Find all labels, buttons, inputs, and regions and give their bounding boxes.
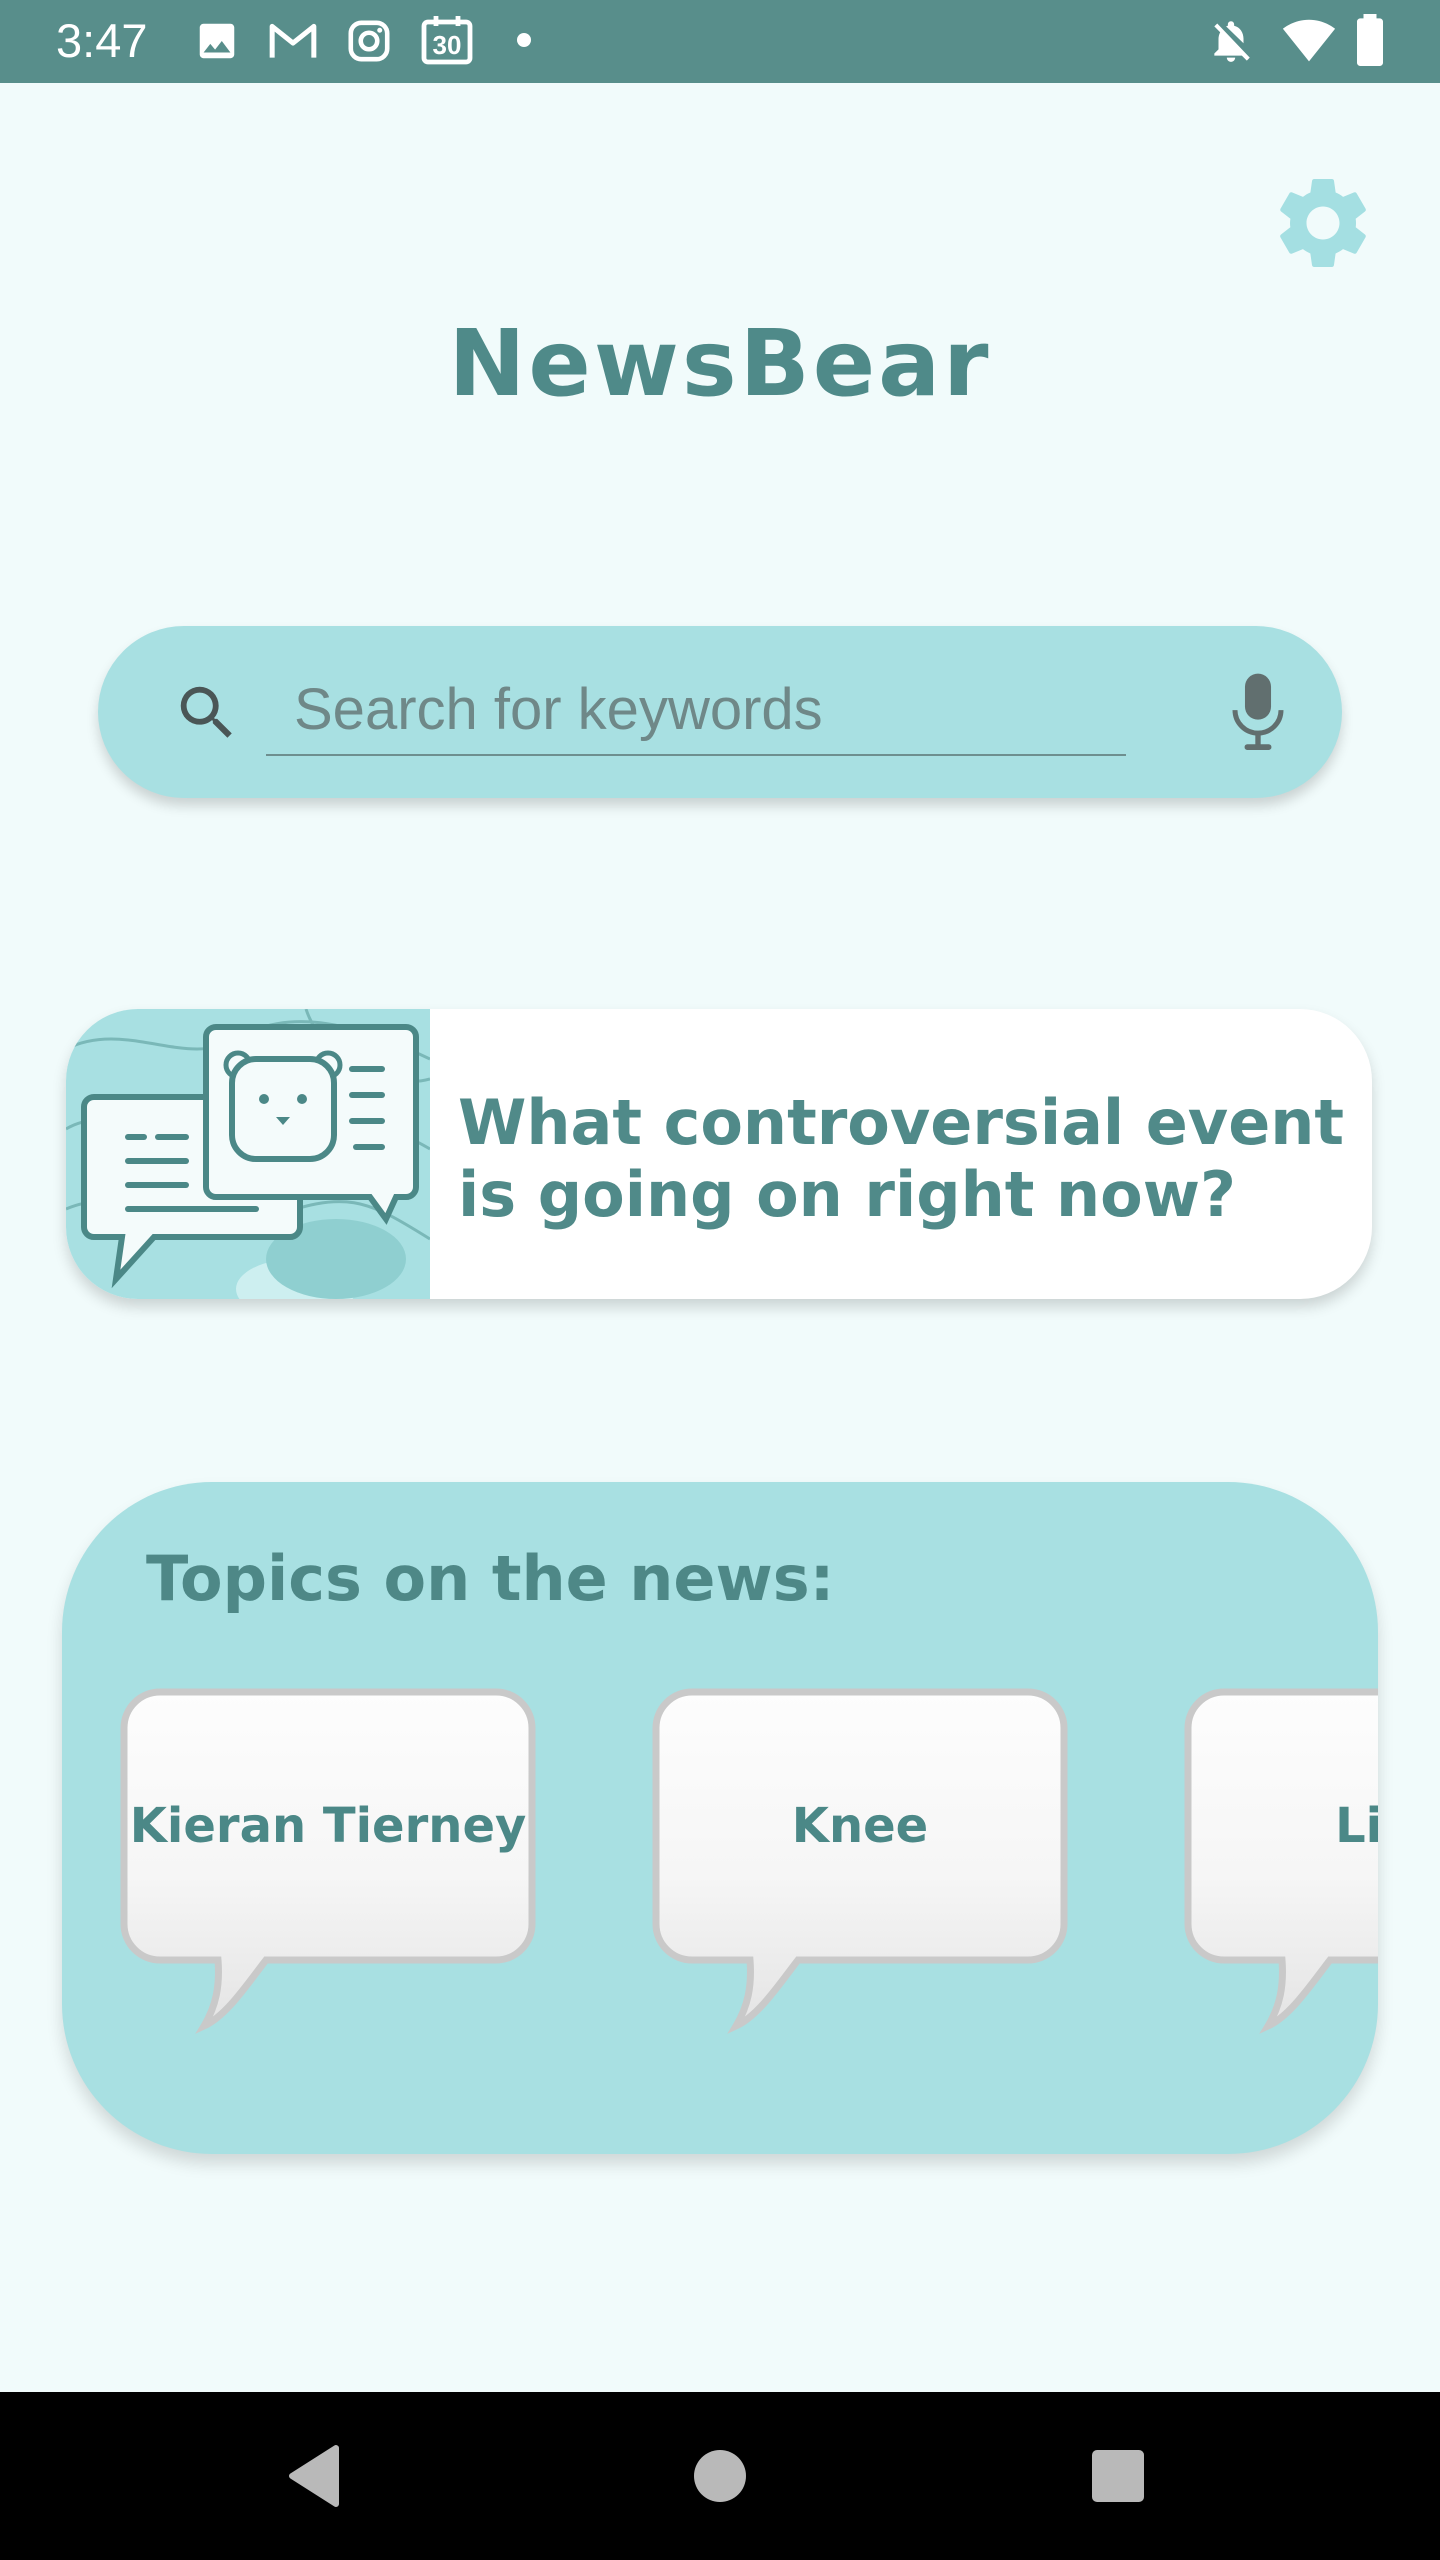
topic-bubble[interactable]: Knee bbox=[648, 1686, 1072, 2046]
search-bar[interactable] bbox=[98, 626, 1342, 798]
topics-panel: Topics on the news: Kieran Tierney Knee bbox=[62, 1482, 1378, 2154]
home-icon[interactable] bbox=[680, 2436, 760, 2516]
topics-title: Topics on the news: bbox=[146, 1542, 835, 1615]
gear-icon[interactable] bbox=[1268, 168, 1378, 278]
topic-bubble[interactable]: Liga bbox=[1180, 1686, 1378, 2046]
recents-icon[interactable] bbox=[1078, 2436, 1158, 2516]
search-input[interactable] bbox=[266, 664, 1126, 756]
image-icon bbox=[199, 23, 235, 59]
topic-bubble[interactable]: Kieran Tierney bbox=[116, 1686, 540, 2046]
navigation-bar bbox=[0, 2392, 1440, 2560]
status-time: 3:47 bbox=[56, 14, 148, 67]
battery-icon bbox=[1357, 14, 1383, 66]
status-bar: 3:47 30 bbox=[0, 0, 1440, 83]
back-icon[interactable] bbox=[278, 2436, 358, 2516]
dot-icon bbox=[517, 33, 531, 47]
wifi-icon bbox=[1282, 19, 1336, 62]
search-icon[interactable] bbox=[172, 678, 242, 748]
calendar-day: 30 bbox=[432, 30, 462, 60]
topic-label: Liga bbox=[1335, 1798, 1378, 1854]
topic-label: Kieran Tierney bbox=[129, 1798, 527, 1854]
notifications-off-icon bbox=[1214, 21, 1250, 62]
app-title: NewsBear bbox=[448, 310, 992, 417]
topic-label: Knee bbox=[791, 1798, 929, 1854]
gmail-icon bbox=[269, 23, 317, 58]
microphone-icon[interactable] bbox=[1212, 666, 1304, 758]
bear-chat-bubbles-illustration bbox=[66, 1009, 430, 1299]
controversial-event-card[interactable]: What controversial event is going on rig… bbox=[66, 1009, 1372, 1299]
event-question: What controversial event is going on rig… bbox=[458, 1086, 1345, 1231]
instagram-icon bbox=[348, 20, 390, 62]
calendar-icon: 30 bbox=[420, 14, 474, 66]
